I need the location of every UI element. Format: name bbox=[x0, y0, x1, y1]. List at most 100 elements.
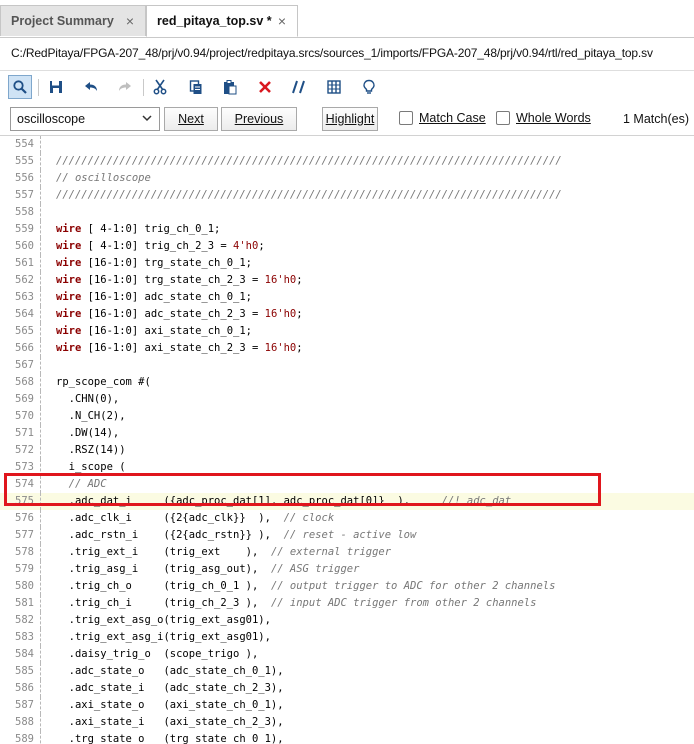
fold-guide bbox=[40, 170, 42, 187]
code-text: .trig_ch_o (trig_ch_0_1 ), // output tri… bbox=[56, 580, 556, 592]
code-text: .adc_rstn_i ({2{adc_rstn}} ), // reset -… bbox=[56, 529, 417, 541]
code-line[interactable]: 568 rp_scope_com #( bbox=[0, 374, 694, 391]
tab-project-summary[interactable]: Project Summary × bbox=[0, 5, 146, 36]
fold-guide bbox=[40, 697, 42, 714]
code-text: .adc_clk_i ({2{adc_clk}} ), // clock bbox=[56, 512, 335, 524]
code-line[interactable]: 584 .daisy_trig_o (scope_trigo ), bbox=[0, 646, 694, 663]
code-line[interactable]: 561 wire [16-1:0] trg_state_ch_0_1; bbox=[0, 255, 694, 272]
fold-guide bbox=[40, 323, 42, 340]
line-number: 554 bbox=[15, 138, 34, 150]
fold-guide bbox=[40, 646, 42, 663]
delete-icon[interactable] bbox=[253, 75, 277, 99]
checkbox-box bbox=[399, 111, 413, 125]
match-case-checkbox[interactable]: Match Case bbox=[399, 111, 486, 125]
find-bar: Next Previous Highlight Match Case Whole… bbox=[0, 103, 694, 136]
code-line[interactable]: 585 .adc_state_o (adc_state_ch_0_1), bbox=[0, 663, 694, 680]
search-icon[interactable] bbox=[8, 75, 32, 99]
code-line[interactable]: 583 .trig_ext_asg_i(trig_ext_asg01), bbox=[0, 629, 694, 646]
line-number: 579 bbox=[15, 563, 34, 575]
highlight-button[interactable]: Highlight bbox=[322, 107, 378, 131]
code-line[interactable]: 582 .trig_ext_asg_o(trig_ext_asg01), bbox=[0, 612, 694, 629]
line-number: 578 bbox=[15, 546, 34, 558]
code-line[interactable]: 563 wire [16-1:0] adc_state_ch_0_1; bbox=[0, 289, 694, 306]
line-number: 584 bbox=[15, 648, 34, 660]
code-line[interactable]: 570 .N_CH(2), bbox=[0, 408, 694, 425]
line-number: 569 bbox=[15, 393, 34, 405]
line-number: 570 bbox=[15, 410, 34, 422]
fold-guide bbox=[40, 544, 42, 561]
code-line[interactable]: 565 wire [16-1:0] axi_state_ch_0_1; bbox=[0, 323, 694, 340]
code-line[interactable]: 559 wire [ 4-1:0] trig_ch_0_1; bbox=[0, 221, 694, 238]
code-text: wire [16-1:0] adc_state_ch_0_1; bbox=[56, 291, 252, 303]
column-select-icon[interactable] bbox=[322, 75, 346, 99]
code-line[interactable]: 579 .trig_asg_i (trig_asg_out), // ASG t… bbox=[0, 561, 694, 578]
fold-guide bbox=[40, 408, 42, 425]
search-input[interactable] bbox=[17, 112, 132, 126]
code-text: .adc_state_o (adc_state_ch_0_1), bbox=[56, 665, 284, 677]
match-case-label: Match Case bbox=[419, 111, 486, 125]
code-line[interactable]: 564 wire [16-1:0] adc_state_ch_2_3 = 16'h… bbox=[0, 306, 694, 323]
line-number: 568 bbox=[15, 376, 34, 388]
code-line[interactable]: 567 bbox=[0, 357, 694, 374]
line-number: 564 bbox=[15, 308, 34, 320]
fold-guide bbox=[40, 221, 42, 238]
whole-words-checkbox[interactable]: Whole Words bbox=[496, 111, 591, 125]
tab-red-pitaya-top[interactable]: red_pitaya_top.sv * × bbox=[146, 5, 298, 37]
code-line[interactable]: 554 bbox=[0, 136, 694, 153]
paste-icon[interactable] bbox=[218, 75, 242, 99]
code-line[interactable]: 562 wire [16-1:0] trg_state_ch_2_3 = 16'h… bbox=[0, 272, 694, 289]
code-line[interactable]: 557 /////////////////////////////////////… bbox=[0, 187, 694, 204]
code-line[interactable]: 578 .trig_ext_i (trig_ext ), // external… bbox=[0, 544, 694, 561]
code-line[interactable]: 587 .axi_state_o (axi_state_ch_0_1), bbox=[0, 697, 694, 714]
comment-icon[interactable] bbox=[287, 75, 311, 99]
copy-icon[interactable] bbox=[184, 75, 208, 99]
fold-guide bbox=[40, 238, 42, 255]
close-icon[interactable]: × bbox=[123, 13, 137, 29]
code-text: .trig_ext_i (trig_ext ), // external tri… bbox=[56, 546, 392, 558]
code-line[interactable]: 589 .trg_state_o (trg_state_ch_0_1), bbox=[0, 731, 694, 744]
code-line[interactable]: 556 // oscilloscope bbox=[0, 170, 694, 187]
code-text: .daisy_trig_o (scope_trigo ), bbox=[56, 648, 259, 660]
redo-icon[interactable] bbox=[113, 75, 137, 99]
fold-guide bbox=[40, 578, 42, 595]
code-text: .trig_asg_i (trig_asg_out), // ASG trigg… bbox=[56, 563, 360, 575]
code-line[interactable]: 558 bbox=[0, 204, 694, 221]
fold-guide bbox=[40, 714, 42, 731]
line-number: 558 bbox=[15, 206, 34, 218]
code-line[interactable]: 588 .axi_state_i (axi_state_ch_2_3), bbox=[0, 714, 694, 731]
code-line[interactable]: 581 .trig_ch_i (trig_ch_2_3 ), // input … bbox=[0, 595, 694, 612]
code-line[interactable]: 577 .adc_rstn_i ({2{adc_rstn}} ), // res… bbox=[0, 527, 694, 544]
bulb-icon[interactable] bbox=[357, 75, 381, 99]
next-button[interactable]: Next bbox=[164, 107, 218, 131]
undo-icon[interactable] bbox=[79, 75, 103, 99]
code-text: wire [16-1:0] axi_state_ch_2_3 = 16'h0; bbox=[56, 342, 303, 354]
code-line[interactable]: 569 .CHN(0), bbox=[0, 391, 694, 408]
tab-label: Project Summary bbox=[11, 14, 114, 28]
code-line[interactable]: 586 .adc_state_i (adc_state_ch_2_3), bbox=[0, 680, 694, 697]
code-line[interactable]: 571 .DW(14), bbox=[0, 425, 694, 442]
code-line[interactable]: 566 wire [16-1:0] axi_state_ch_2_3 = 16'h… bbox=[0, 340, 694, 357]
code-text: .adc_state_i (adc_state_ch_2_3), bbox=[56, 682, 284, 694]
checkbox-box bbox=[496, 111, 510, 125]
code-text: wire [16-1:0] axi_state_ch_0_1; bbox=[56, 325, 252, 337]
search-combobox[interactable] bbox=[10, 107, 160, 131]
code-line[interactable]: 572 .RSZ(14)) bbox=[0, 442, 694, 459]
code-line[interactable]: 580 .trig_ch_o (trig_ch_0_1 ), // output… bbox=[0, 578, 694, 595]
save-icon[interactable] bbox=[44, 75, 68, 99]
line-number: 559 bbox=[15, 223, 34, 235]
code-editor[interactable]: 554 555 //////////////////////////////////… bbox=[0, 136, 694, 744]
code-line[interactable]: 576 .adc_clk_i ({2{adc_clk}} ), // clock bbox=[0, 510, 694, 527]
line-number: 556 bbox=[15, 172, 34, 184]
code-line[interactable]: 560 wire [ 4-1:0] trig_ch_2_3 = 4'h0; bbox=[0, 238, 694, 255]
file-path: C:/RedPitaya/FPGA-207_48/prj/v0.94/proje… bbox=[11, 46, 653, 60]
code-text: // oscilloscope bbox=[56, 172, 151, 184]
fold-guide bbox=[40, 510, 42, 527]
code-text: .trig_ext_asg_o(trig_ext_asg01), bbox=[56, 614, 271, 626]
cut-icon[interactable] bbox=[148, 75, 172, 99]
previous-button[interactable]: Previous bbox=[221, 107, 297, 131]
code-line[interactable]: 555 /////////////////////////////////////… bbox=[0, 153, 694, 170]
fold-guide bbox=[40, 561, 42, 578]
line-number: 583 bbox=[15, 631, 34, 643]
close-icon[interactable]: × bbox=[275, 13, 289, 29]
chevron-down-icon[interactable] bbox=[140, 111, 154, 128]
